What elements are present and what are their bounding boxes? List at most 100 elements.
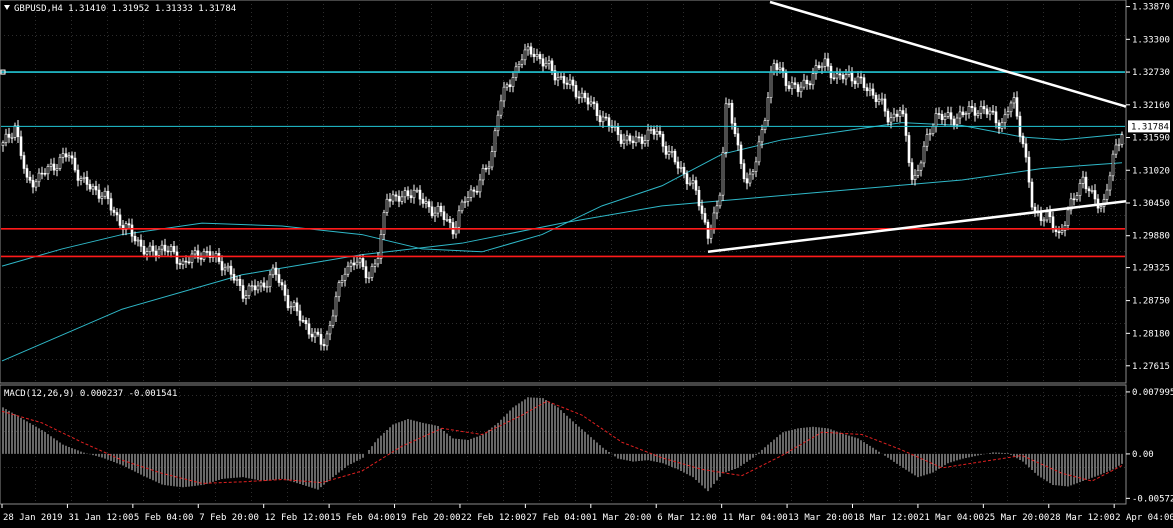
candle-body-253 (760, 129, 764, 143)
candle-body-1 (4, 133, 8, 143)
candle-body-357 (1072, 198, 1076, 201)
candle-body-305 (916, 169, 920, 176)
macd-pane[interactable]: MACD(12,26,9) 0.000237 -0.001541 (0, 384, 1127, 505)
candle-body-108 (325, 333, 329, 347)
candle-body-283 (850, 71, 854, 82)
candle-body-347 (1042, 219, 1046, 222)
candle-body-335 (1006, 111, 1010, 116)
candle-body-281 (844, 74, 848, 80)
candle-body-201 (604, 116, 608, 119)
time-tick-label-16: 28 Mar 12:00 (1050, 513, 1115, 523)
candle-body-301 (904, 113, 908, 136)
candle-body-256 (769, 71, 773, 98)
candle-body-224 (673, 150, 677, 163)
candle-body-172 (517, 63, 521, 68)
candle-body-308 (925, 134, 929, 147)
candle-body-340 (1021, 135, 1025, 145)
time-tick-label-0: 28 Jan 2019 (3, 513, 63, 523)
candle-body-373 (1120, 134, 1124, 145)
price-axis: 1.33870 1.33300 1.32730 1.32160 1.31590 1.310… (1126, 3, 1170, 372)
candle-body-42 (127, 223, 131, 226)
candle-body-43 (130, 224, 134, 237)
candle-body-361 (1084, 176, 1088, 190)
time-tick-label-5: 15 Feb 04:00 (330, 513, 395, 523)
candle-body-119 (358, 258, 362, 263)
candle-body-211 (634, 136, 638, 144)
time-tick-label-14: 21 Mar 04:00 (919, 513, 984, 523)
candle-body-94 (283, 284, 287, 296)
price-pane[interactable]: GBPUSD,H4 1.31410 1.31952 1.31333 1.3178… (0, 0, 1127, 384)
candle-body-307 (922, 145, 926, 164)
candle-body-173 (520, 59, 524, 65)
candle-body-15 (46, 166, 50, 175)
candle-body-154 (463, 201, 467, 203)
candle-body-327 (982, 106, 986, 110)
candle-body-227 (682, 166, 686, 174)
candle-body-342 (1027, 156, 1031, 183)
candle-body-229 (688, 182, 692, 185)
candle-body-152 (457, 210, 461, 228)
candle-body-298 (895, 113, 899, 117)
candle-body-160 (481, 167, 485, 181)
price-tick-label-10: 1.28180 (1132, 329, 1170, 339)
macd-tick-label-2: -0.005727 (1132, 494, 1173, 504)
candle-body-302 (907, 135, 911, 163)
candle-body-352 (1057, 231, 1061, 233)
price-tick-label-3: 1.32160 (1132, 101, 1170, 111)
candle-body-54 (163, 244, 167, 252)
candle-body-68 (205, 251, 209, 253)
candle-body-44 (133, 235, 137, 242)
candle-body-304 (913, 175, 917, 180)
candle-body-297 (892, 113, 896, 119)
time-tick-label-15: 25 Mar 20:00 (984, 513, 1049, 523)
candle-body-303 (910, 162, 914, 180)
candle-body-59 (178, 263, 182, 265)
candle-body-243 (730, 102, 734, 124)
candle-body-364 (1093, 190, 1097, 200)
candle-body-63 (190, 253, 194, 263)
candle-body-91 (274, 267, 278, 275)
candle-body-155 (466, 197, 470, 202)
candle-body-179 (538, 54, 542, 60)
candle-body-289 (868, 88, 872, 92)
candle-body-369 (1108, 175, 1112, 191)
candle-body-47 (142, 245, 146, 255)
time-tick-label-3: 7 Feb 20:00 (199, 513, 259, 523)
price-tick-label-1: 1.33300 (1132, 35, 1170, 45)
candle-body-97 (292, 302, 296, 307)
candle-body-226 (679, 166, 683, 169)
candle-body-130 (391, 194, 395, 202)
candle-body-285 (856, 76, 860, 85)
candle-body-334 (1003, 114, 1007, 124)
candle-body-295 (886, 110, 890, 123)
candle-body-149 (448, 219, 452, 223)
candle-body-264 (793, 82, 797, 85)
candle-body-38 (115, 212, 119, 216)
candle-body-50 (151, 245, 155, 252)
candle-body-133 (400, 196, 404, 202)
candle-body-114 (343, 273, 347, 281)
candle-body-225 (676, 161, 680, 169)
candle-body-268 (805, 79, 809, 84)
candle-body-35 (106, 190, 110, 199)
candle-body-22 (67, 155, 71, 158)
candle-body-336 (1009, 102, 1013, 113)
candle-body-26 (79, 178, 83, 181)
candle-body-192 (577, 96, 581, 99)
candle-body-167 (502, 86, 506, 102)
candle-body-360 (1081, 176, 1085, 184)
candle-body-344 (1033, 206, 1037, 212)
candle-body-10 (31, 180, 35, 188)
candle-body-96 (289, 306, 293, 309)
candle-body-323 (970, 105, 974, 108)
candle-body-31 (94, 186, 98, 191)
candle-body-67 (202, 251, 206, 260)
candle-body-110 (331, 315, 335, 326)
candle-body-348 (1045, 211, 1049, 221)
candle-body-188 (565, 82, 569, 85)
candle-body-198 (595, 103, 599, 116)
candle-body-136 (409, 195, 413, 199)
candle-body-353 (1060, 229, 1064, 233)
candle-body-165 (496, 114, 500, 132)
candle-body-147 (442, 211, 446, 220)
